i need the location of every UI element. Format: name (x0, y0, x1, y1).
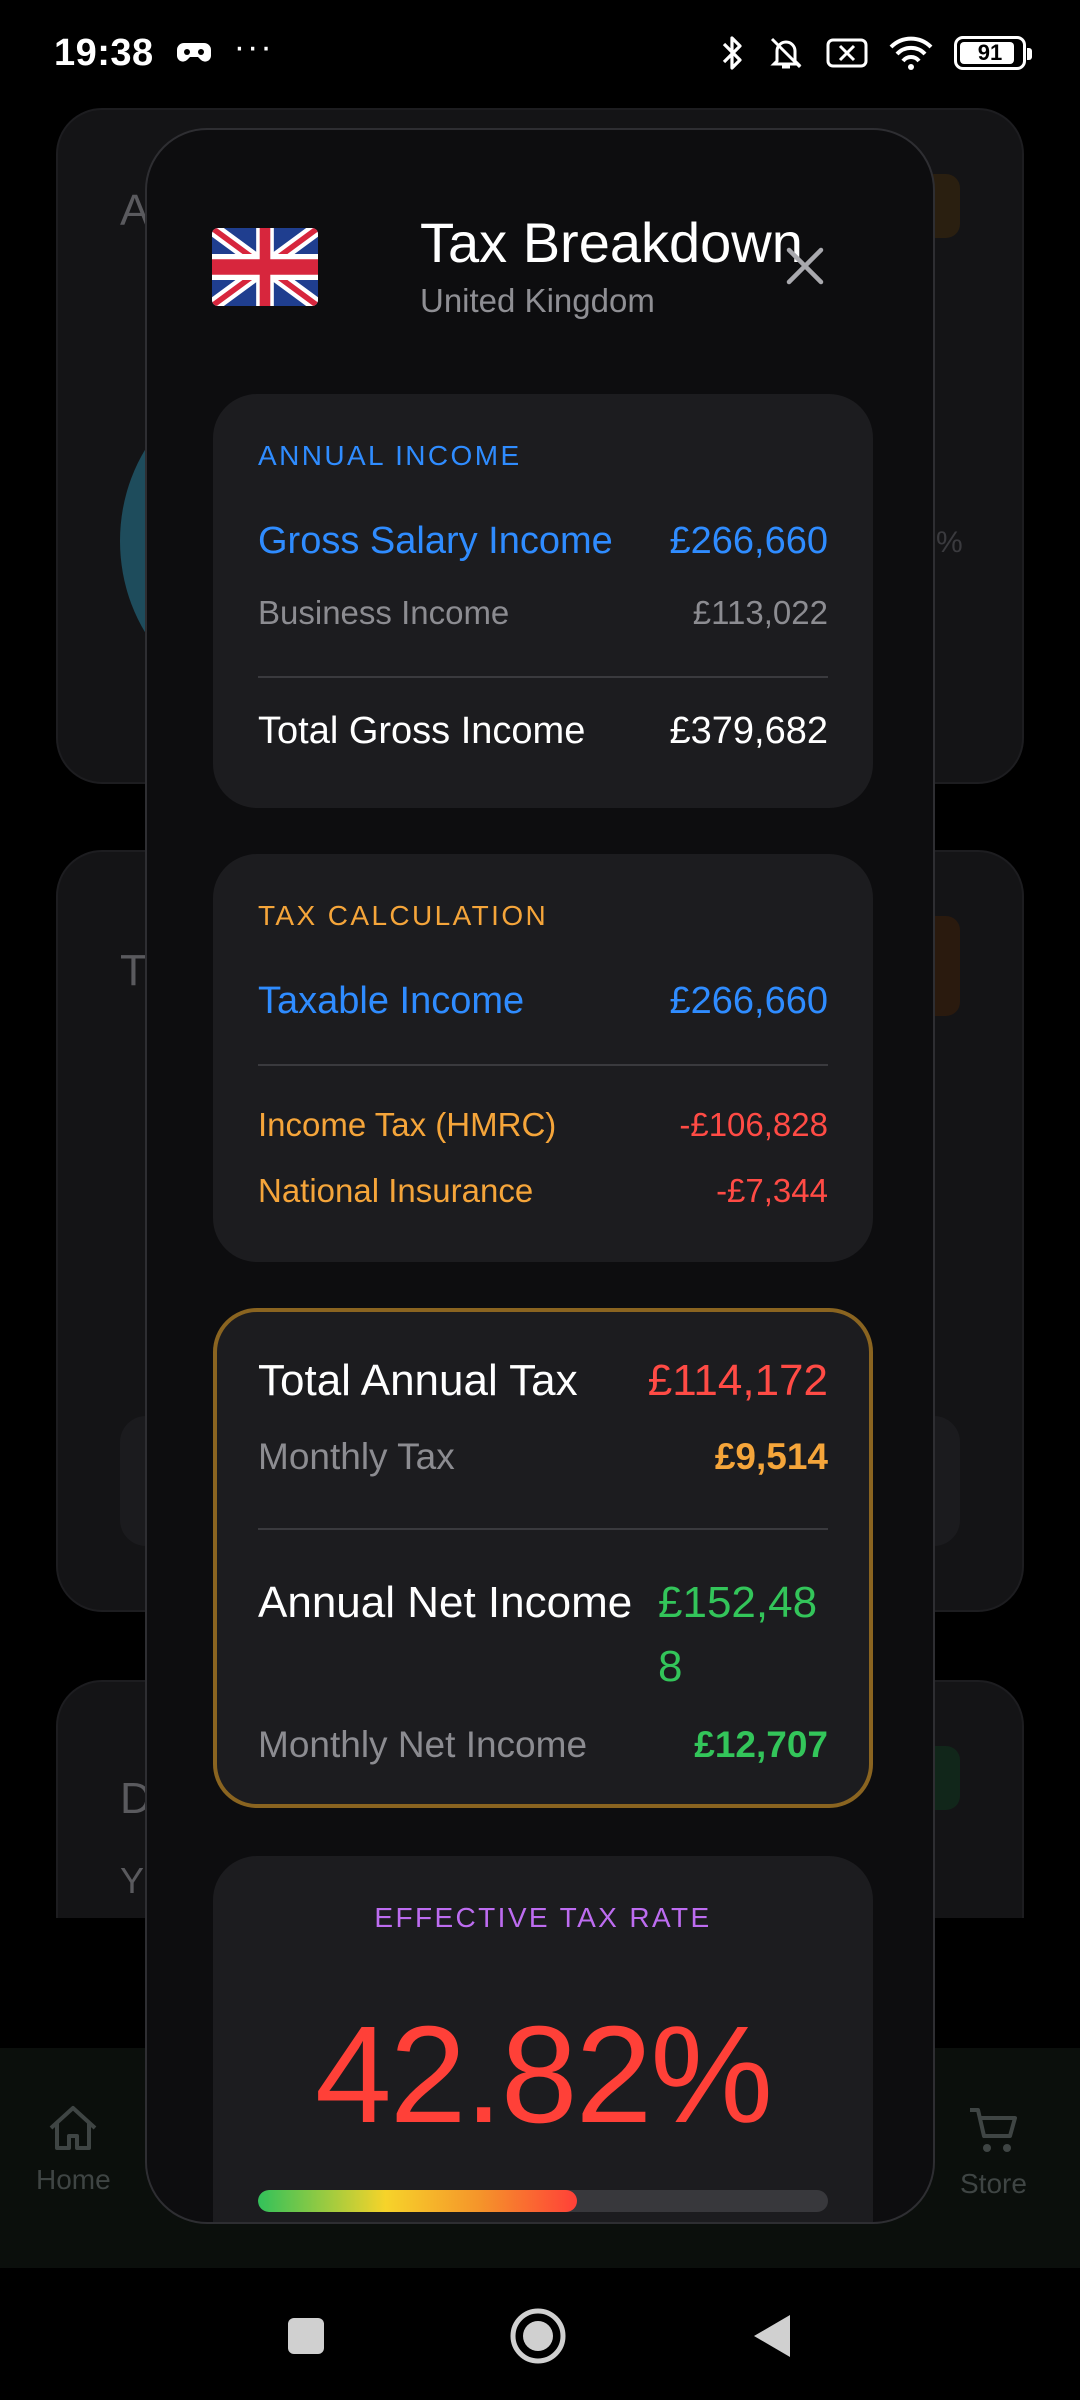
background-card-subletter: Y (120, 1860, 145, 1901)
annual-net-income-label: Annual Net Income (258, 1578, 633, 1627)
tax-calculation-card: TAX CALCULATION Taxable Income £266,660 … (213, 854, 873, 1262)
bluetooth-icon (722, 36, 742, 70)
income-tax-label: Income Tax (HMRC) (258, 1106, 557, 1143)
status-bar: 19:38 ··· 91 (0, 0, 1080, 106)
nav-home[interactable]: Home (36, 2104, 111, 2196)
gamepad-icon (176, 43, 211, 62)
total-gross-label: Total Gross Income (258, 710, 586, 752)
annual-net-income-value-wrap: 8 (658, 1642, 683, 1691)
wifi-icon (889, 36, 933, 70)
square-icon (288, 2318, 324, 2354)
total-gross-value: £379,682 (669, 710, 829, 752)
battery-indicator: 91 (954, 36, 1032, 70)
tax-totals-card: Total Annual Tax £114,172 Monthly Tax £9… (213, 1308, 873, 1808)
home-circle-icon (510, 2308, 566, 2364)
gross-salary-value: £266,660 (669, 520, 829, 562)
effective-tax-rate-card: EFFECTIVE TAX RATE 42.82% (213, 1856, 873, 2222)
business-income-label: Business Income (258, 594, 510, 631)
income-tax-row: Income Tax (HMRC) -£106,828 (258, 1106, 828, 1144)
annual-net-income-value: £152,48 (658, 1578, 818, 1627)
business-income-row: Business Income £113,022 (258, 594, 828, 632)
income-tax-value: -£106,828 (679, 1106, 828, 1143)
close-button[interactable] (777, 238, 833, 294)
nav-store-label: Store (960, 2168, 1027, 2199)
background-card-letter: T (120, 946, 147, 995)
monthly-tax-label: Monthly Tax (258, 1436, 455, 1477)
monthly-net-income-value: £12,707 (694, 1724, 828, 1765)
effective-tax-rate-value: 42.82% (314, 1998, 773, 2152)
effective-tax-rate-heading: EFFECTIVE TAX RATE (374, 1902, 712, 1933)
annual-income-heading: ANNUAL INCOME (258, 440, 522, 471)
taxable-income-label: Taxable Income (258, 980, 525, 1022)
tax-rate-bar-fill (258, 2190, 578, 2212)
total-gross-row: Total Gross Income £379,682 (258, 710, 828, 753)
national-insurance-value: -£7,344 (716, 1172, 828, 1209)
tax-rate-bar (258, 2190, 828, 2212)
status-time: 19:38 (54, 31, 154, 74)
battery-level: 91 (977, 40, 1003, 65)
status-overflow: ··· (233, 27, 274, 66)
uk-flag-icon (212, 228, 318, 306)
home-icon (49, 2106, 97, 2150)
divider (258, 1064, 828, 1066)
monthly-tax-value: £9,514 (714, 1436, 828, 1477)
taxable-income-value: £266,660 (669, 980, 829, 1022)
dialog-header: Tax Breakdown United Kingdom (212, 210, 862, 320)
monthly-tax-row: Monthly Tax £9,514 (258, 1436, 828, 1478)
tax-breakdown-dialog: Tax Breakdown United Kingdom ANNUAL INCO… (145, 128, 935, 2224)
no-sim-icon (826, 38, 868, 68)
total-annual-tax-value: £114,172 (647, 1356, 828, 1405)
back-button[interactable] (740, 2304, 804, 2368)
mute-bell-icon (770, 37, 802, 69)
business-income-value: £113,022 (692, 594, 828, 631)
divider (258, 676, 828, 678)
background-percent: % (936, 526, 963, 559)
close-icon (786, 247, 824, 285)
dialog-title: Tax Breakdown (420, 211, 803, 274)
nav-store[interactable]: Store (960, 2104, 1027, 2200)
monthly-net-income-label: Monthly Net Income (258, 1724, 588, 1765)
gross-salary-row: Gross Salary Income £266,660 (258, 520, 828, 563)
monthly-net-income-row: Monthly Net Income £12,707 (258, 1724, 828, 1766)
back-triangle-icon (754, 2315, 790, 2357)
cart-icon (970, 2108, 1018, 2152)
national-insurance-label: National Insurance (258, 1172, 534, 1209)
recents-button[interactable] (274, 2304, 338, 2368)
national-insurance-row: National Insurance -£7,344 (258, 1172, 828, 1210)
nav-home-label: Home (36, 2164, 111, 2195)
dialog-subtitle: United Kingdom (420, 282, 655, 319)
divider (258, 1528, 828, 1530)
total-annual-tax-row: Total Annual Tax £114,172 (258, 1356, 828, 1406)
home-button[interactable] (506, 2304, 570, 2368)
taxable-income-row: Taxable Income £266,660 (258, 980, 828, 1023)
tax-calculation-heading: TAX CALCULATION (258, 900, 549, 931)
annual-income-card: ANNUAL INCOME Gross Salary Income £266,6… (213, 394, 873, 808)
gross-salary-label: Gross Salary Income (258, 520, 613, 562)
system-navigation-bar (0, 2268, 1080, 2400)
total-annual-tax-label: Total Annual Tax (258, 1356, 578, 1405)
